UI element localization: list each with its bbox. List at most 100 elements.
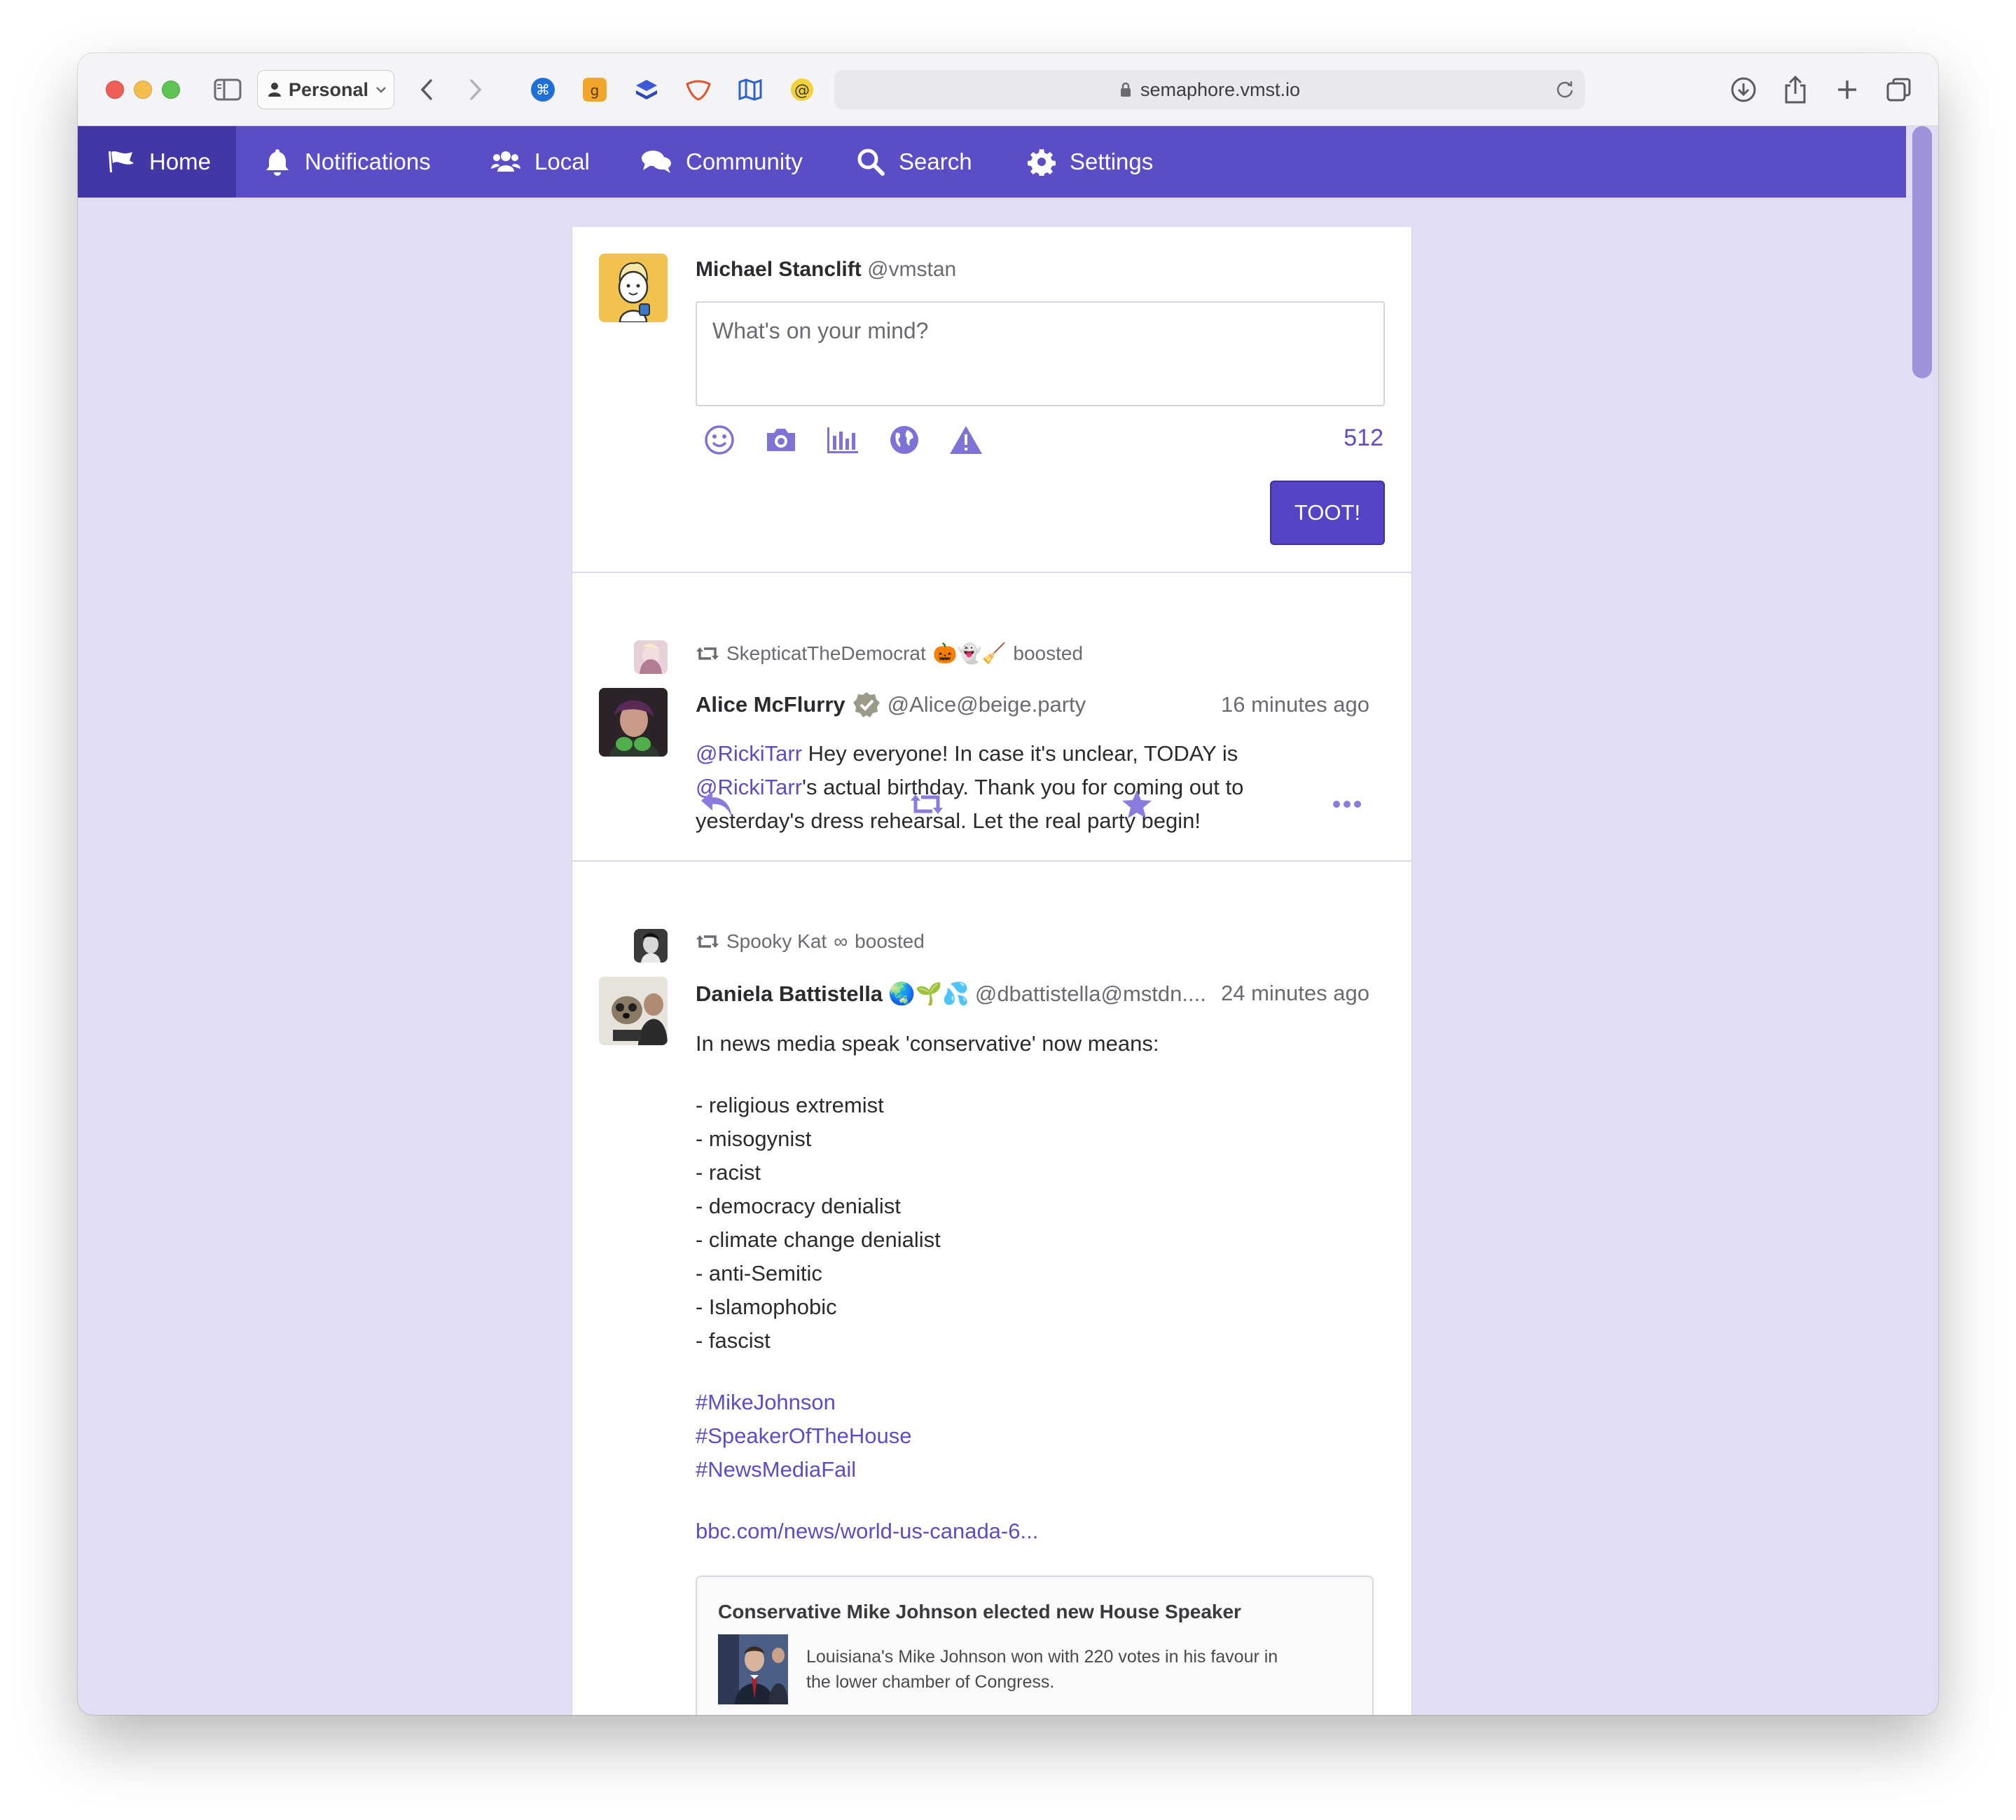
list-item: - democracy denialist [696,1194,901,1218]
booster-name[interactable]: Spooky Kat [726,930,827,953]
author-name-emoji: 🌏🌱💦 [888,981,969,1006]
zoom-window-button[interactable] [162,81,180,99]
nav-home[interactable]: Home [78,126,236,198]
verified-badge-icon [852,692,880,717]
emoji-icon[interactable] [701,422,738,458]
boost-action-icon[interactable] [906,786,948,822]
list-item: - fascist [696,1328,771,1353]
extension-at-icon[interactable]: @ [787,74,817,105]
author-handle[interactable]: @dbattistella@mstdn.... [975,981,1206,1007]
list-item: - Islamophobic [696,1295,837,1319]
minimize-window-button[interactable] [134,81,152,99]
boost-icon [696,647,719,660]
warning-icon[interactable] [948,422,984,458]
extension-layers-icon[interactable] [631,74,662,105]
reply-icon[interactable] [696,786,738,822]
hashtag-link[interactable]: #NewsMediaFail [696,1453,1159,1487]
flag-icon [109,151,134,172]
author-avatar[interactable] [599,977,668,1045]
nav-settings-label: Settings [1070,149,1154,174]
booster-avatar[interactable] [634,640,668,674]
new-tab-icon[interactable] [1830,73,1864,106]
tab-overview-icon[interactable] [1882,73,1916,106]
forward-icon[interactable] [462,73,490,106]
extension-map-icon[interactable] [735,74,766,105]
app-nav: Home Notifications Local Community Searc… [78,126,1906,198]
svg-text:g: g [591,82,600,99]
boost-line: Spooky Kat ∞ boosted [696,930,925,953]
close-window-button[interactable] [106,81,124,99]
post-text-line: yesterday's dress rehearsal. Let the rea… [696,808,1201,833]
globe-icon[interactable] [886,422,923,458]
author-display-name[interactable]: Alice McFlurry [696,692,845,717]
post-timestamp[interactable]: 24 minutes ago [1221,981,1369,1006]
users-icon [491,151,520,172]
browser-toolbar: Personal ⌘ g @ semaphore.vmst.io [78,53,1938,126]
extension-g-icon[interactable]: g [579,74,610,105]
compose-handle: @vmstan [867,258,957,281]
booster-avatar[interactable] [634,929,668,963]
more-options-icon[interactable] [1326,786,1368,822]
profile-label: Personal [289,78,369,100]
boost-icon [696,935,719,948]
url-text: semaphore.vmst.io [1140,78,1301,100]
list-item: - racist [696,1160,761,1185]
boost-line: SkepticatTheDemocrat 🎃👻🧹 boosted [696,642,1083,665]
page-scrollbar[interactable] [1906,126,1938,1715]
favourite-icon[interactable] [1116,786,1158,822]
nav-community-label: Community [686,149,803,174]
address-bar[interactable]: semaphore.vmst.io [834,70,1585,109]
post-text-line: Hey everyone! In case it's unclear, TODA… [802,741,1238,766]
boosted-label: boosted [855,930,925,952]
toot-button[interactable]: TOOT! [1270,481,1385,545]
list-item: - climate change denialist [696,1227,941,1252]
comments-icon [642,151,671,173]
share-icon[interactable] [1779,73,1812,106]
back-icon[interactable] [413,73,441,106]
reload-icon[interactable] [1554,78,1575,104]
post-text-line: 's actual birthday. Thank you for coming… [802,775,1244,799]
nav-search[interactable]: Search [857,126,972,198]
profile-selector[interactable]: Personal [257,70,394,109]
boosted-label: boosted [1013,642,1084,664]
camera-icon[interactable] [763,422,799,458]
booster-name[interactable]: SkepticatTheDemocrat [726,642,926,665]
post-intro: In news media speak 'conservative' now m… [696,1031,1159,1056]
card-description-line: the lower chamber of Congress. [806,1672,1055,1692]
sidebar-toggle-icon[interactable] [211,73,244,106]
poll-icon[interactable] [824,422,861,458]
bell-icon [266,149,289,176]
compose-divider [572,572,1411,573]
card-description-line: Louisiana's Mike Johnson won with 220 vo… [806,1647,1278,1667]
nav-notifications[interactable]: Notifications [264,126,431,198]
gear-icon [1028,149,1056,176]
post-content: @RickiTarr Hey everyone! In case it's un… [696,737,1243,838]
download-icon[interactable] [1727,73,1760,106]
person-icon [268,83,281,97]
author-avatar[interactable] [599,688,668,757]
extension-command-icon[interactable]: ⌘ [527,74,558,105]
list-item: - misogynist [696,1126,812,1151]
author-display-name[interactable]: Daniela Battistella [696,981,883,1007]
external-link[interactable]: bbc.com/news/world-us-canada-6... [696,1515,1159,1548]
link-preview-card[interactable]: Conservative Mike Johnson elected new Ho… [696,1576,1374,1715]
hashtag-link[interactable]: #SpeakerOfTheHouse [696,1419,1159,1453]
nav-local[interactable]: Local [491,126,590,198]
compose-textarea[interactable]: What's on your mind? [696,301,1385,406]
scrollbar-thumb[interactable] [1912,126,1932,378]
nav-settings[interactable]: Settings [1028,126,1153,198]
compose-placeholder: What's on your mind? [712,318,929,343]
author-handle[interactable]: @Alice@beige.party [888,692,1086,717]
browser-window: Personal ⌘ g @ semaphore.vmst.io Home No… [78,53,1938,1715]
hashtag-link[interactable]: #MikeJohnson [696,1386,1159,1419]
nav-local-label: Local [534,149,590,174]
card-thumbnail [718,1634,788,1704]
post-timestamp[interactable]: 16 minutes ago [1221,692,1369,717]
own-avatar[interactable] [599,254,668,322]
mention-link[interactable]: @RickiTarr [696,741,802,766]
post-divider [572,860,1411,862]
nav-home-label: Home [149,149,212,174]
extension-shield-icon[interactable] [683,74,714,105]
post-author: Daniela Battistella 🌏🌱💦 @dbattistella@ms… [696,981,1206,1007]
nav-community[interactable]: Community [641,126,803,198]
